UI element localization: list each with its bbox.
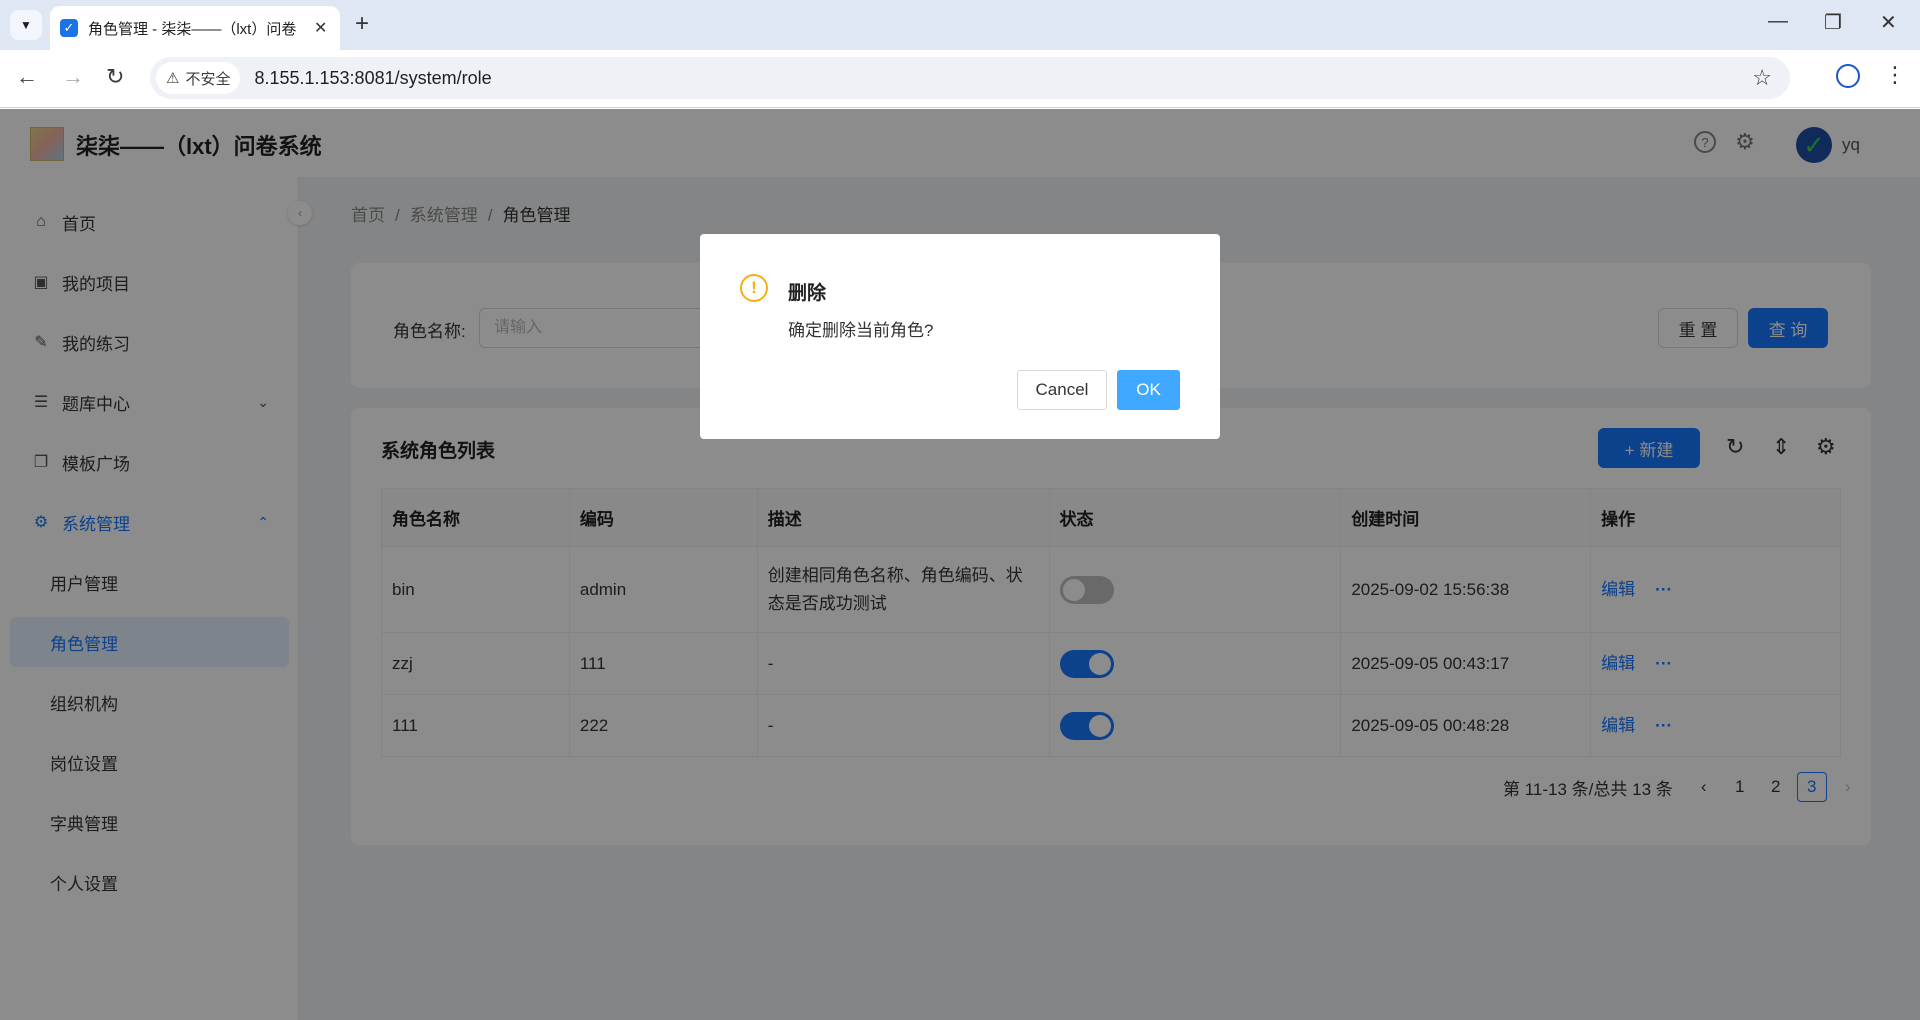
tab-title: 角色管理 - 柒柒——（lxt）问卷 [88, 20, 297, 38]
tab-close-icon[interactable]: ✕ [314, 18, 327, 38]
favicon-icon: ✓ [60, 19, 78, 37]
delete-confirm-modal: ! 删除 确定删除当前角色? Cancel OK [700, 234, 1220, 439]
tab-search-button[interactable]: ▼ [10, 10, 42, 40]
url-text[interactable]: 8.155.1.153:8081/system/role [254, 68, 491, 89]
modal-content: 确定删除当前角色? [788, 321, 934, 340]
close-window-icon[interactable]: ✕ [1880, 10, 1897, 35]
browser-tab[interactable]: ✓ 角色管理 - 柒柒——（lxt）问卷 ✕ [50, 6, 340, 50]
omnibox[interactable]: ⚠ 不安全 8.155.1.153:8081/system/role ☆ [150, 57, 1790, 99]
minimize-icon[interactable]: — [1768, 10, 1788, 33]
modal-title: 删除 [788, 283, 827, 304]
restore-icon[interactable]: ❐ [1824, 10, 1842, 35]
browser-menu-icon[interactable]: ⋮ [1884, 62, 1906, 88]
security-label: 不安全 [185, 70, 231, 88]
profile-icon[interactable] [1836, 64, 1860, 88]
ok-button[interactable]: OK [1117, 370, 1180, 410]
exclamation-icon: ! [740, 274, 768, 302]
new-tab-button[interactable]: + [355, 10, 369, 38]
security-chip[interactable]: ⚠ 不安全 [156, 62, 241, 94]
cancel-button[interactable]: Cancel [1017, 370, 1107, 410]
forward-icon[interactable]: → [62, 64, 84, 90]
browser-tab-bar: ▼ ✓ 角色管理 - 柒柒——（lxt）问卷 ✕ + — ❐ ✕ [0, 0, 1920, 50]
back-icon[interactable]: ← [16, 64, 38, 90]
browser-address-bar: ← → ↻ ⚠ 不安全 8.155.1.153:8081/system/role… [0, 50, 1920, 108]
chevron-down-icon: ▼ [20, 18, 32, 32]
reload-icon[interactable]: ↻ [106, 64, 124, 90]
warning-icon: ⚠ [166, 70, 180, 87]
bookmark-star-icon[interactable]: ☆ [1752, 65, 1772, 91]
